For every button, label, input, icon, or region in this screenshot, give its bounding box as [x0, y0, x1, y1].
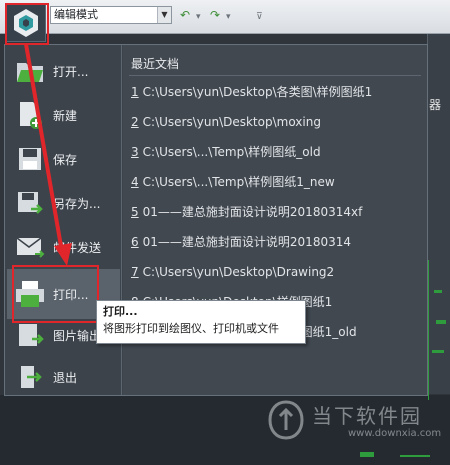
- exit-icon: [13, 360, 47, 394]
- watermark: 当下软件园 www.downxia.com: [266, 398, 446, 448]
- recent-document-item[interactable]: 5 01——建总施封面设计说明20180314xf: [127, 197, 423, 227]
- print-highlight-box: [12, 265, 99, 323]
- drawing-line: [360, 452, 374, 457]
- chevron-down-icon[interactable]: ▾: [226, 10, 231, 24]
- menu-item-save[interactable]: 保存: [7, 137, 120, 181]
- recent-document-item[interactable]: 6 01——建总施封面设计说明20180314: [127, 227, 423, 257]
- divider: [129, 75, 421, 76]
- menu-item-exit[interactable]: 退出: [7, 355, 120, 399]
- app-button-highlight: [5, 3, 49, 45]
- recent-document-item[interactable]: 4 C:\Users\...\Temp\样例图纸1_new: [127, 167, 423, 197]
- recent-document-item[interactable]: 7 C:\Users\yun\Desktop\Drawing2: [127, 257, 423, 287]
- recent-documents-title: 最近文档: [131, 57, 180, 71]
- image-export-icon: [13, 318, 47, 352]
- menu-item-new[interactable]: 新建: [7, 93, 120, 137]
- ribbon-label: 器: [429, 98, 442, 112]
- save-as-icon: [13, 186, 47, 220]
- tooltip-description: 将图形打印到绘图仪、打印机或文件: [103, 322, 279, 335]
- quick-access-toolbar: 编辑模式 ▼ ↶ ▾ ↷ ▾ ⊽: [0, 0, 450, 34]
- menu-item-email[interactable]: 邮件发送: [7, 225, 120, 269]
- application-menu-button[interactable]: [5, 3, 49, 45]
- save-icon: [13, 142, 47, 176]
- chevron-down-icon[interactable]: ▾: [196, 10, 201, 24]
- drawing-line: [400, 455, 430, 457]
- workspace-mode-select[interactable]: 编辑模式 ▼: [50, 6, 172, 24]
- drawing-line: [434, 290, 442, 293]
- open-folder-icon: [13, 54, 47, 88]
- ribbon-panel: [427, 34, 450, 394]
- watermark-url: www.downxia.com: [348, 428, 442, 439]
- watermark-text: 当下软件园: [312, 404, 422, 428]
- recent-document-item[interactable]: 3 C:\Users\...\Temp\样例图纸_old: [127, 137, 423, 167]
- tooltip-title: 打印...: [103, 305, 138, 318]
- recent-document-item[interactable]: 1 C:\Users\yun\Desktop\各类图\样例图纸1: [127, 77, 423, 107]
- undo-icon[interactable]: ↶: [180, 8, 190, 22]
- drawing-line: [428, 260, 429, 400]
- email-icon: [13, 230, 47, 264]
- workspace-mode-value: 编辑模式: [54, 8, 98, 21]
- drawing-line: [436, 320, 446, 324]
- menu-item-open[interactable]: 打开...: [7, 49, 120, 93]
- drawing-line: [432, 350, 444, 353]
- new-document-icon: [13, 98, 47, 132]
- recent-document-item[interactable]: 2 C:\Users\yun\Desktop\moxing: [127, 107, 423, 137]
- redo-icon[interactable]: ↷: [210, 8, 220, 22]
- customize-toolbar-icon[interactable]: ⊽: [256, 10, 263, 24]
- print-tooltip: 打印... 将图形打印到绘图仪、打印机或文件: [96, 300, 306, 344]
- chevron-down-icon[interactable]: ▼: [157, 7, 171, 23]
- menu-item-save-as[interactable]: 另存为...: [7, 181, 120, 225]
- watermark-logo-icon: [268, 400, 304, 440]
